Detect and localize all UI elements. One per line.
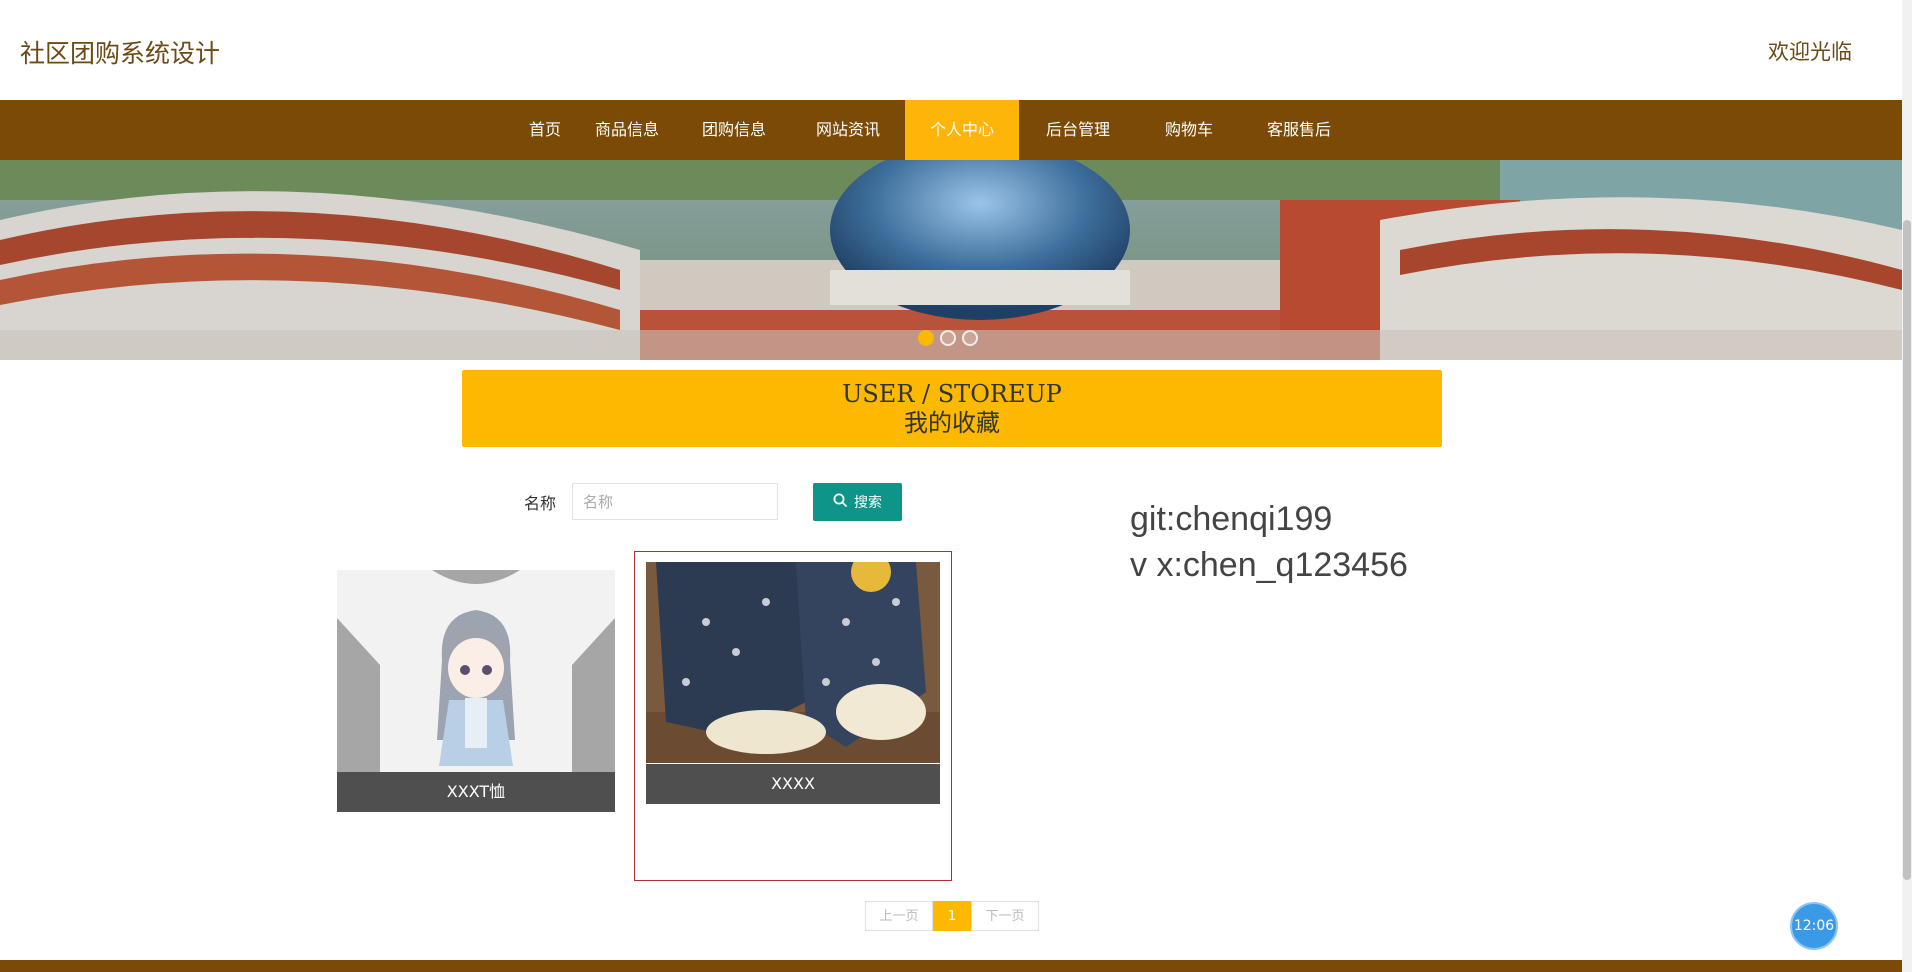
carousel-indicators bbox=[918, 330, 978, 346]
main-nav: 首页 商品信息 团购信息 网站资讯 个人中心 后台管理 购物车 客服售后 bbox=[0, 100, 1902, 160]
product-image-shoes bbox=[646, 562, 940, 763]
search-button[interactable]: 搜索 bbox=[813, 483, 902, 521]
clock-badge: 12:06 bbox=[1790, 902, 1838, 950]
watermark-line-1: git:chenqi199 bbox=[1130, 500, 1333, 538]
favorite-item-card[interactable]: XXXT恤 bbox=[337, 570, 615, 814]
nav-item-cart[interactable]: 购物车 bbox=[1137, 100, 1241, 160]
pagination: 上一页 1 下一页 bbox=[865, 901, 1039, 931]
nav-item-group-buy[interactable]: 团购信息 bbox=[677, 100, 791, 160]
scrollbar-thumb[interactable] bbox=[1903, 220, 1911, 880]
banner-carousel[interactable] bbox=[0, 160, 1902, 360]
watermark-text: git:chenqi199 v x:chen_q123456 bbox=[1130, 496, 1408, 588]
item-name: XXXX bbox=[646, 764, 940, 804]
nav-item-admin[interactable]: 后台管理 bbox=[1019, 100, 1137, 160]
section-title-cn: 我的收藏 bbox=[904, 409, 1000, 437]
carousel-dot-2[interactable] bbox=[940, 330, 956, 346]
nav-item-products[interactable]: 商品信息 bbox=[577, 100, 677, 160]
section-heading: USER / STOREUP 我的收藏 bbox=[462, 370, 1442, 447]
prev-page-button[interactable]: 上一页 bbox=[865, 901, 933, 931]
item-name: XXXT恤 bbox=[337, 772, 615, 812]
nav-item-news[interactable]: 网站资讯 bbox=[791, 100, 905, 160]
top-header: 社区团购系统设计 欢迎光临 bbox=[0, 0, 1902, 100]
carousel-dot-1[interactable] bbox=[918, 330, 934, 346]
footer-bar bbox=[0, 960, 1902, 972]
carousel-dot-3[interactable] bbox=[962, 330, 978, 346]
site-title: 社区团购系统设计 bbox=[20, 39, 221, 68]
favorite-item-card[interactable]: XXXX bbox=[634, 551, 952, 881]
search-label: 名称 bbox=[524, 494, 557, 513]
next-page-button[interactable]: 下一页 bbox=[971, 901, 1039, 931]
section-title-en: USER / STOREUP bbox=[842, 380, 1062, 408]
nav-item-home[interactable]: 首页 bbox=[513, 100, 577, 160]
product-image-tshirt bbox=[337, 570, 615, 772]
search-icon bbox=[833, 493, 848, 511]
search-input[interactable] bbox=[572, 483, 778, 520]
nav-item-service[interactable]: 客服售后 bbox=[1241, 100, 1357, 160]
current-page-button[interactable]: 1 bbox=[933, 901, 971, 931]
watermark-line-2: v x:chen_q123456 bbox=[1130, 546, 1408, 584]
page-scrollbar[interactable] bbox=[1902, 0, 1912, 972]
nav-item-user-center[interactable]: 个人中心 bbox=[905, 100, 1019, 160]
search-button-label: 搜索 bbox=[854, 494, 882, 510]
welcome-text: 欢迎光临 bbox=[1768, 40, 1852, 64]
